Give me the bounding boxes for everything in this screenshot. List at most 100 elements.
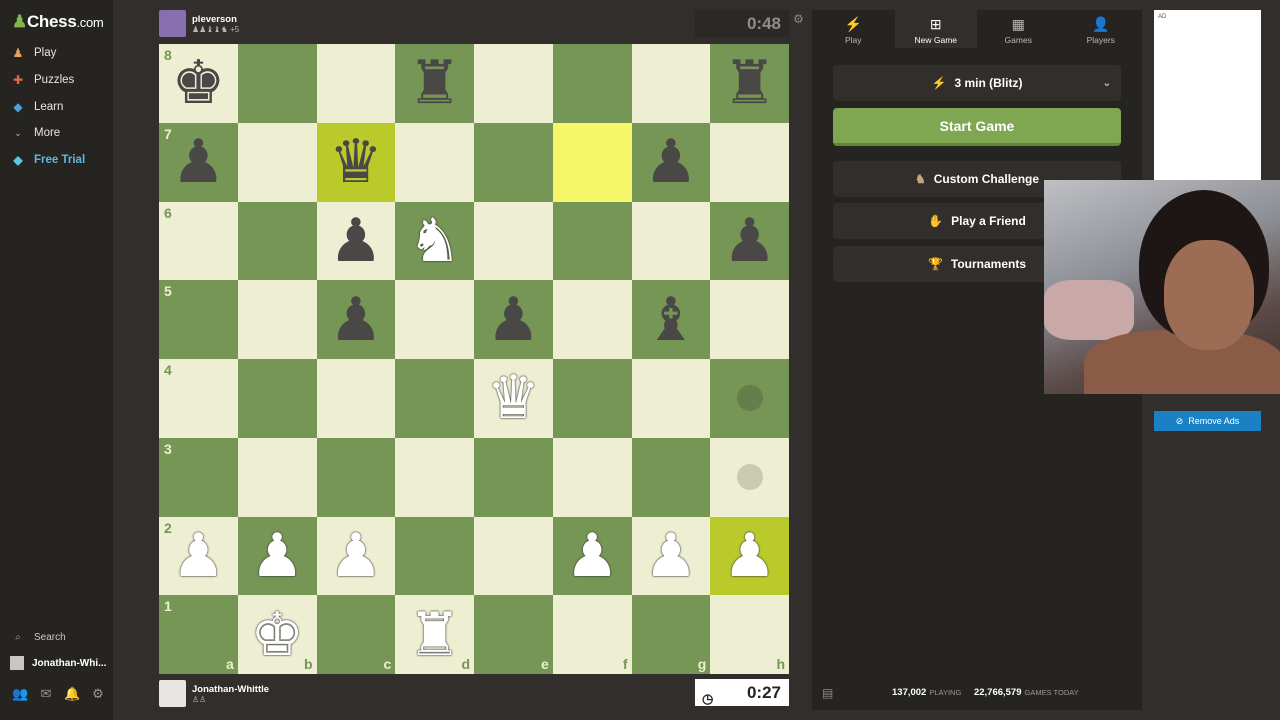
opponent-avatar[interactable] [159,10,186,37]
chess-com-logo[interactable]: ♟Chess.com [12,12,104,32]
black-pawn-piece[interactable]: ♟ [644,132,698,192]
black-pawn-piece[interactable]: ♟ [486,290,540,350]
square-h2[interactable]: ♟ [710,516,789,596]
white-pawn-piece[interactable]: ♟ [644,526,698,586]
black-bishop-piece[interactable]: ♝ [644,290,698,350]
black-pawn-piece[interactable]: ♟ [171,132,225,192]
square-c8[interactable] [316,44,396,123]
square-b1[interactable]: b ♚ [237,595,317,674]
black-queen-piece[interactable]: ♛ [329,132,383,192]
square-h7[interactable] [710,122,789,202]
square-c5[interactable]: ♟ [316,280,396,359]
black-pawn-piece[interactable]: ♟ [329,211,383,271]
square-f4[interactable] [552,359,632,438]
nav-puzzles[interactable]: ✚ Puzzles [10,69,110,91]
square-f5[interactable] [552,280,632,359]
square-e3[interactable] [474,437,553,517]
white-knight-piece[interactable]: ♞ [408,211,462,271]
black-pawn-piece[interactable]: ♟ [723,211,777,271]
white-pawn-piece[interactable]: ♟ [250,526,304,586]
tab-play[interactable]: ⚡ Play [812,10,895,48]
tab-new-game[interactable]: ⊞ New Game [894,10,977,48]
square-f1[interactable]: f [552,595,632,674]
square-d6[interactable]: ♞ [395,201,474,281]
square-g7[interactable]: ♟ [631,122,711,202]
square-b4[interactable] [237,359,317,438]
nav-free-trial[interactable]: ◆ Free Trial [10,149,110,171]
square-d5[interactable] [395,280,474,359]
square-f7[interactable] [552,122,632,202]
square-h8[interactable]: ♜ [710,44,789,123]
square-b2[interactable]: ♟ [237,516,317,596]
square-f8[interactable] [552,44,632,123]
square-b6[interactable] [237,201,317,281]
square-e8[interactable] [474,44,553,123]
square-a2[interactable]: 2 ♟ [159,516,238,596]
nav-user[interactable]: Jonathan-Whi... [10,656,110,670]
player-name[interactable]: Jonathan-Whittle [192,684,269,695]
square-a8[interactable]: 8 ♚ [159,44,238,123]
square-d7[interactable] [395,122,474,202]
settings-gear-icon[interactable]: ⚙ [90,686,106,702]
square-e4[interactable]: ♛ [474,359,553,438]
square-a7[interactable]: 7 ♟ [159,122,238,202]
square-e2[interactable] [474,516,553,596]
square-b3[interactable] [237,437,317,517]
square-e5[interactable]: ♟ [474,280,553,359]
white-rook-piece[interactable]: ♜ [408,605,462,665]
square-c4[interactable] [316,359,396,438]
square-g5[interactable]: ♝ [631,280,711,359]
square-c6[interactable]: ♟ [316,201,396,281]
tab-players[interactable]: 👤 Players [1060,10,1143,48]
black-king-piece[interactable]: ♚ [171,53,225,113]
nav-search[interactable]: ⌕ Search [10,632,110,643]
move-hint-dot[interactable] [736,464,763,491]
square-a4[interactable]: 4 [159,359,238,438]
square-g1[interactable]: g [631,595,711,674]
board-settings-icon[interactable]: ⚙ [793,12,804,26]
black-rook-piece[interactable]: ♜ [408,53,462,113]
white-queen-piece[interactable]: ♛ [486,368,540,428]
square-d1[interactable]: d ♜ [395,595,474,674]
friends-icon[interactable]: 👥 [12,686,28,702]
square-c7[interactable]: ♛ [316,122,396,202]
white-pawn-piece[interactable]: ♟ [723,526,777,586]
mail-icon[interactable]: ✉ [38,686,54,702]
nav-learn[interactable]: ◆ Learn [10,96,110,118]
square-e6[interactable] [474,201,553,281]
square-a6[interactable]: 6 [159,201,238,281]
square-g6[interactable] [631,201,711,281]
square-f2[interactable]: ♟ [552,516,632,596]
square-h1[interactable]: h [710,595,789,674]
square-g2[interactable]: ♟ [631,516,711,596]
player-avatar[interactable] [159,680,186,707]
square-a5[interactable]: 5 [159,280,238,359]
square-a1[interactable]: 1a [159,595,238,674]
square-h5[interactable] [710,280,789,359]
chat-icon[interactable]: ▤ [822,686,833,700]
square-b7[interactable] [237,122,317,202]
square-f6[interactable] [552,201,632,281]
nav-play[interactable]: ♟ Play [10,42,110,64]
square-e7[interactable] [474,122,553,202]
square-g3[interactable] [631,437,711,517]
square-e1[interactable]: e [474,595,553,674]
black-rook-piece[interactable]: ♜ [723,53,777,113]
black-pawn-piece[interactable]: ♟ [329,290,383,350]
move-hint-dot[interactable] [736,385,763,412]
square-d4[interactable] [395,359,474,438]
square-g8[interactable] [631,44,711,123]
square-d8[interactable]: ♜ [395,44,474,123]
opponent-name[interactable]: pleverson [192,14,239,25]
remove-ads-button[interactable]: ⊘ Remove Ads [1154,411,1261,431]
white-pawn-piece[interactable]: ♟ [171,526,225,586]
white-pawn-piece[interactable]: ♟ [565,526,619,586]
white-pawn-piece[interactable]: ♟ [329,526,383,586]
nav-more[interactable]: ⌄ More [10,122,110,144]
square-d2[interactable] [395,516,474,596]
square-b5[interactable] [237,280,317,359]
white-king-piece[interactable]: ♚ [250,605,304,665]
square-c1[interactable]: c [316,595,396,674]
tab-games[interactable]: ▦ Games [977,10,1060,48]
square-f3[interactable] [552,437,632,517]
